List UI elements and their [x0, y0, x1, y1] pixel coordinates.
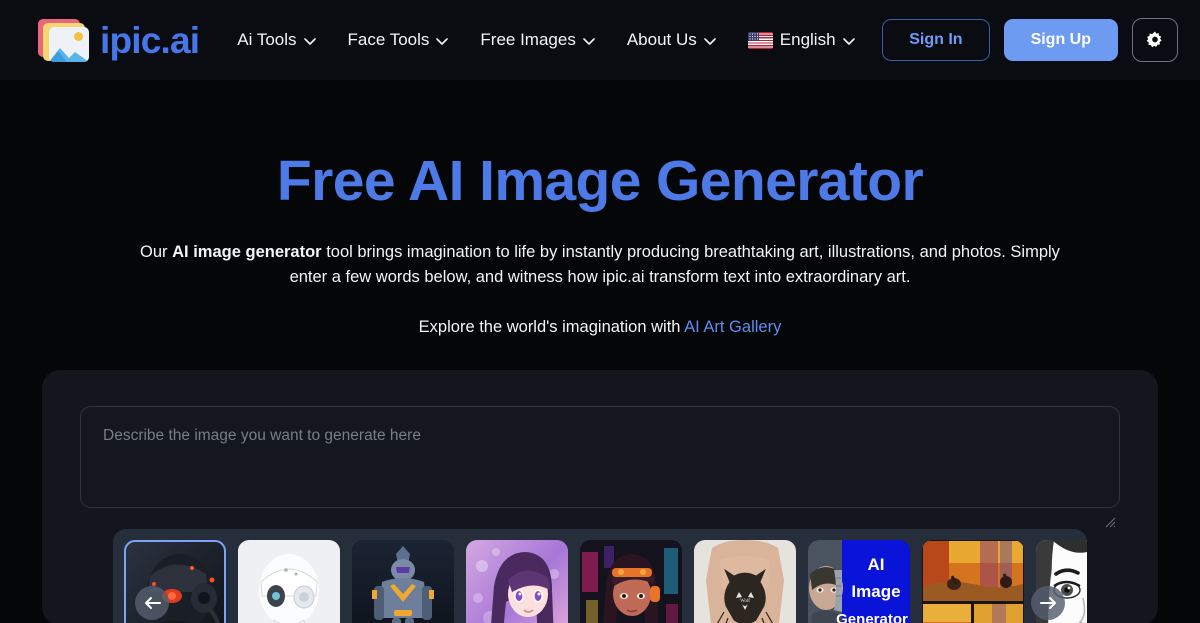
nav-label: Ai Tools: [237, 30, 297, 49]
thumb-autumn-oil-painting[interactable]: [922, 540, 1024, 623]
arrow-left-icon: [144, 597, 161, 609]
carousel-next-button[interactable]: [1031, 586, 1065, 620]
thumb-ai-image-generator-card[interactable]: AI Image Generator: [808, 540, 910, 623]
nav-item-free-images[interactable]: Free Images: [464, 22, 610, 58]
brand-logo-link[interactable]: ipic.ai: [38, 17, 200, 64]
svg-text:Image: Image: [851, 582, 900, 601]
explore-text: Explore the world's imagination with: [418, 318, 685, 336]
language-label: English: [779, 30, 836, 49]
white-robot-skull-image: [238, 540, 340, 623]
page-title: Free AI Image Generator: [276, 149, 924, 213]
hero-explore-line: Explore the world's imagination with AI …: [0, 318, 1200, 337]
settings-button[interactable]: [1132, 18, 1178, 62]
hero-description: Our AI image generator tool brings imagi…: [140, 240, 1060, 290]
nav-label: Free Images: [480, 30, 576, 49]
site-header: ipic.ai Ai Tools Face Tools Free Images …: [0, 0, 1200, 80]
generator-panel: Wolf AI Image Generator: [42, 370, 1158, 623]
svg-text:Generator: Generator: [836, 611, 908, 623]
carousel-prev-button[interactable]: [135, 586, 169, 620]
us-flag-icon: [747, 31, 773, 49]
nav-item-ai-tools[interactable]: Ai Tools: [221, 22, 331, 58]
thumb-white-robot-skull[interactable]: [238, 540, 340, 623]
chevron-down-icon: [842, 37, 855, 45]
main-nav: Ai Tools Face Tools Free Images About Us: [221, 22, 870, 58]
thumb-purple-anime-girl[interactable]: [466, 540, 568, 623]
gear-icon: [1146, 31, 1162, 48]
wolf-back-tattoo-image: Wolf: [694, 540, 796, 623]
thumb-blue-mecha-robot[interactable]: [352, 540, 454, 623]
ai-image-generator-card-image: AI Image Generator: [808, 540, 910, 623]
thumb-cyberpunk-woman-neon[interactable]: [580, 540, 682, 623]
hero-section: Free AI Image Generator Our AI image gen…: [0, 80, 1200, 337]
style-thumbnail-carousel[interactable]: Wolf AI Image Generator: [113, 529, 1087, 623]
blue-mecha-robot-image: [352, 540, 454, 623]
language-selector[interactable]: English: [732, 22, 871, 58]
ai-art-gallery-link[interactable]: AI Art Gallery: [684, 318, 781, 336]
chevron-down-icon: [303, 37, 316, 45]
lede-bold: AI image generator: [172, 242, 322, 261]
chevron-down-icon: [436, 37, 449, 45]
brand-name: ipic.ai: [100, 19, 200, 61]
chevron-down-icon: [583, 37, 595, 45]
photo-stack-icon: [38, 17, 91, 64]
nav-label: Face Tools: [347, 30, 430, 49]
nav-label: About Us: [626, 30, 697, 49]
chevron-down-icon: [703, 37, 716, 45]
thumb-wolf-back-tattoo[interactable]: Wolf: [694, 540, 796, 623]
purple-anime-girl-image: [466, 540, 568, 623]
prompt-input[interactable]: [80, 406, 1120, 508]
lede-prefix: Our: [140, 242, 173, 261]
textarea-resize-handle[interactable]: [1105, 517, 1116, 528]
nav-item-face-tools[interactable]: Face Tools: [332, 22, 465, 58]
svg-text:AI: AI: [868, 555, 885, 574]
sign-in-button[interactable]: Sign In: [882, 19, 990, 61]
arrow-right-icon: [1039, 597, 1056, 609]
nav-item-about-us[interactable]: About Us: [611, 22, 732, 58]
cyberpunk-woman-neon-image: [580, 540, 682, 623]
autumn-oil-painting-image: [922, 540, 1024, 623]
lede-rest: tool brings imagination to life by insta…: [289, 242, 1060, 286]
svg-text:Wolf: Wolf: [740, 599, 750, 604]
sign-up-button[interactable]: Sign Up: [1003, 19, 1118, 61]
